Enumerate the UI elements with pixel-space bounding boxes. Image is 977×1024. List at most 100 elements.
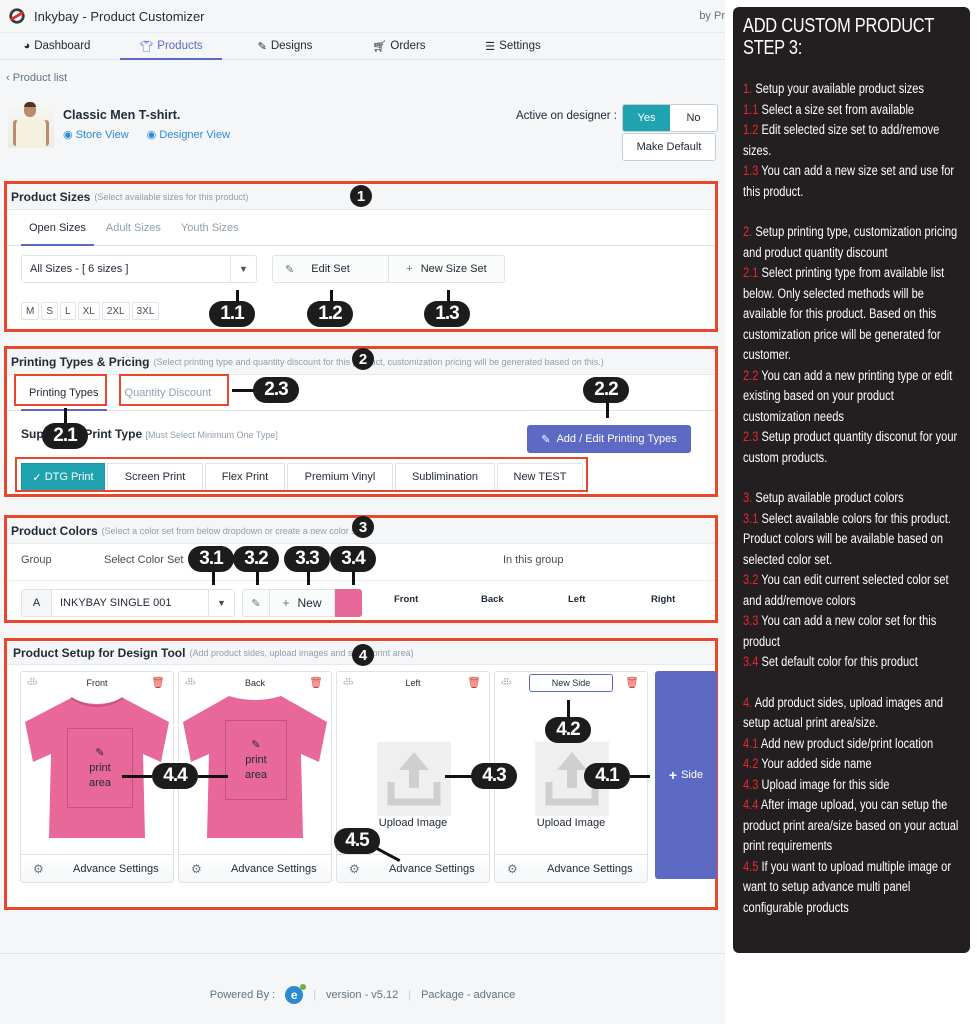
- default-color-swatch[interactable]: [335, 589, 362, 617]
- add-side-button[interactable]: + Side: [655, 671, 717, 879]
- app-window: Inkybay - Product Customizer by Pr ◕ Das…: [0, 0, 725, 1024]
- print-area[interactable]: ✎ print area: [67, 728, 133, 808]
- help-step-number: 3.: [743, 490, 753, 505]
- add-side-label: Side: [681, 769, 704, 781]
- print-area[interactable]: ✎ print area: [225, 720, 287, 800]
- tab-youth-sizes[interactable]: Youth Sizes: [171, 210, 249, 245]
- help-sections: 1. Setup your available product sizes 1.1…: [743, 79, 960, 918]
- side-name-input[interactable]: New Side: [529, 674, 613, 692]
- make-default-button[interactable]: Make Default: [622, 133, 716, 161]
- print-type-screen[interactable]: Screen Print: [107, 463, 203, 491]
- color-side-back: Back: [481, 594, 504, 605]
- print-type-new-test[interactable]: New TEST: [497, 463, 583, 491]
- nav-label: Dashboard: [34, 40, 91, 52]
- trash-icon[interactable]: 🗑︎: [467, 676, 481, 689]
- yes-button[interactable]: Yes: [623, 105, 670, 131]
- no-button[interactable]: No: [670, 105, 717, 131]
- size-chip: XL: [77, 302, 100, 320]
- main-nav: ◕ Dashboard 👕︎ Products ✎ Designs 🛒︎ Ord…: [0, 32, 725, 60]
- help-step-text: Setup product quantity disconut for your…: [743, 429, 958, 465]
- help-step-number: 1.2: [743, 122, 759, 137]
- nav-dashboard[interactable]: ◕ Dashboard: [0, 33, 114, 59]
- color-set-select[interactable]: A INKYBAY SINGLE 001 ▼: [21, 589, 235, 617]
- annotation-arrow: [630, 775, 650, 778]
- annotation-arrow: [307, 571, 310, 585]
- help-step-number: 1.3: [743, 163, 759, 178]
- product-header: Classic Men T-shirt. ◉ Store View ◉ Desi…: [8, 100, 718, 161]
- annotation-badge: 1.2: [307, 301, 353, 327]
- annotation-badge: 4.4: [152, 763, 198, 789]
- designer-view-link[interactable]: ◉ Designer View: [147, 128, 230, 141]
- nav-products[interactable]: 👕︎ Products: [114, 33, 228, 60]
- breadcrumb-product-list[interactable]: ‹ Product list: [6, 72, 67, 84]
- pencil-icon: ✎: [285, 263, 295, 276]
- upload-image-button[interactable]: [377, 742, 451, 816]
- gear-icon: ⚙: [349, 861, 360, 876]
- help-step-number: 4.5: [743, 858, 759, 874]
- product-links: ◉ Store View ◉ Designer View: [63, 128, 230, 141]
- print-area-label: area: [244, 768, 268, 781]
- advance-settings-button[interactable]: ⚙ Advance Settings: [179, 854, 331, 882]
- help-step-number: 4.3: [743, 776, 759, 792]
- print-type-premium-vinyl[interactable]: Premium Vinyl: [287, 463, 393, 491]
- help-step-text: Select a size set from available: [758, 101, 915, 117]
- help-line: 1.3 You can add a new size set and use f…: [743, 161, 960, 202]
- store-view-link[interactable]: ◉ Store View: [63, 128, 129, 141]
- advance-settings-button[interactable]: ⚙ Advance Settings: [21, 854, 173, 882]
- help-step-number: 3.2: [743, 572, 759, 587]
- edit-color-set-button[interactable]: ✎: [242, 589, 270, 617]
- advance-settings-label: Advance Settings: [389, 862, 475, 875]
- eye-icon: ◉: [63, 129, 76, 141]
- eye-icon: ◉: [146, 129, 160, 141]
- trash-icon[interactable]: 🗑︎: [151, 676, 165, 689]
- annotation-badge: 2: [352, 348, 374, 370]
- help-line: 4.5 If you want to upload multiple image…: [743, 857, 960, 919]
- drag-handle-icon[interactable]: ‹⠿›: [501, 677, 512, 688]
- annotation-arrow: [256, 571, 259, 585]
- advance-settings-button[interactable]: ⚙ Advance Settings: [495, 854, 647, 882]
- app-title: Inkybay - Product Customizer: [34, 8, 205, 24]
- side-header: ‹⠿› Front 🗑︎: [21, 672, 173, 694]
- print-type-dtg[interactable]: ✓ DTG Print: [21, 463, 105, 491]
- nav-designs[interactable]: ✎ Designs: [228, 33, 342, 59]
- print-type-sublimination[interactable]: Sublimination: [395, 463, 495, 491]
- upload-icon: [387, 752, 441, 806]
- tab-printing-types[interactable]: Printing Types: [19, 375, 109, 411]
- trash-icon[interactable]: 🗑︎: [625, 676, 639, 689]
- sliders-icon: ☰: [485, 40, 496, 53]
- tab-open-sizes[interactable]: Open Sizes: [19, 210, 96, 246]
- help-step-text: Add new product side/print location: [758, 735, 934, 751]
- help-step-text: Add product sides, upload images and set…: [743, 694, 944, 731]
- size-set-select[interactable]: All Sizes - [ 6 sizes ] ▼: [21, 255, 257, 283]
- gear-icon: ⚙: [33, 861, 44, 876]
- nav-orders[interactable]: 🛒︎ Orders: [342, 33, 456, 59]
- help-line: 1.2 Edit selected size set to add/remove…: [743, 120, 960, 161]
- tab-adult-sizes[interactable]: Adult Sizes: [96, 210, 171, 245]
- new-label: New: [297, 596, 322, 610]
- add-edit-printing-types-button[interactable]: ✎ Add / Edit Printing Types: [527, 425, 691, 453]
- help-step-number: 3.1: [743, 510, 759, 526]
- color-side-right: Right: [651, 594, 676, 605]
- help-step-number: 2.2: [743, 367, 759, 383]
- help-step-number: 2.: [743, 224, 753, 239]
- brand-logo-icon[interactable]: e: [285, 984, 307, 1004]
- version-label: version - v5.12: [326, 989, 399, 1001]
- annotation-arrow: [64, 408, 67, 424]
- product-thumbnail: [8, 100, 54, 148]
- tab-quantity-discount[interactable]: Quantity Discount: [115, 375, 222, 410]
- help-step-number: 4.1: [743, 735, 759, 751]
- advance-settings-button[interactable]: ⚙ Advance Settings: [337, 854, 489, 882]
- new-color-set-button[interactable]: + New: [269, 589, 335, 617]
- print-type-flex[interactable]: Flex Print: [205, 463, 285, 491]
- help-step-text: Select printing type from available list…: [743, 265, 945, 362]
- edit-set-button[interactable]: ✎ Edit Set: [272, 255, 389, 283]
- new-size-set-button[interactable]: + New Size Set: [388, 255, 505, 283]
- col-in-group-label: In this group: [503, 554, 564, 566]
- edit-icon: ✎: [251, 738, 261, 751]
- nav-settings[interactable]: ☰ Settings: [456, 33, 570, 59]
- trash-icon[interactable]: 🗑︎: [309, 676, 323, 689]
- size-tabs: Open Sizes Adult Sizes Youth Sizes: [7, 210, 715, 246]
- footer: Powered By : e | version - v5.12 | Packa…: [0, 953, 725, 1024]
- package-label: Package - advance: [421, 989, 516, 1001]
- help-step-text: You can add a new color set for this pro…: [743, 613, 937, 649]
